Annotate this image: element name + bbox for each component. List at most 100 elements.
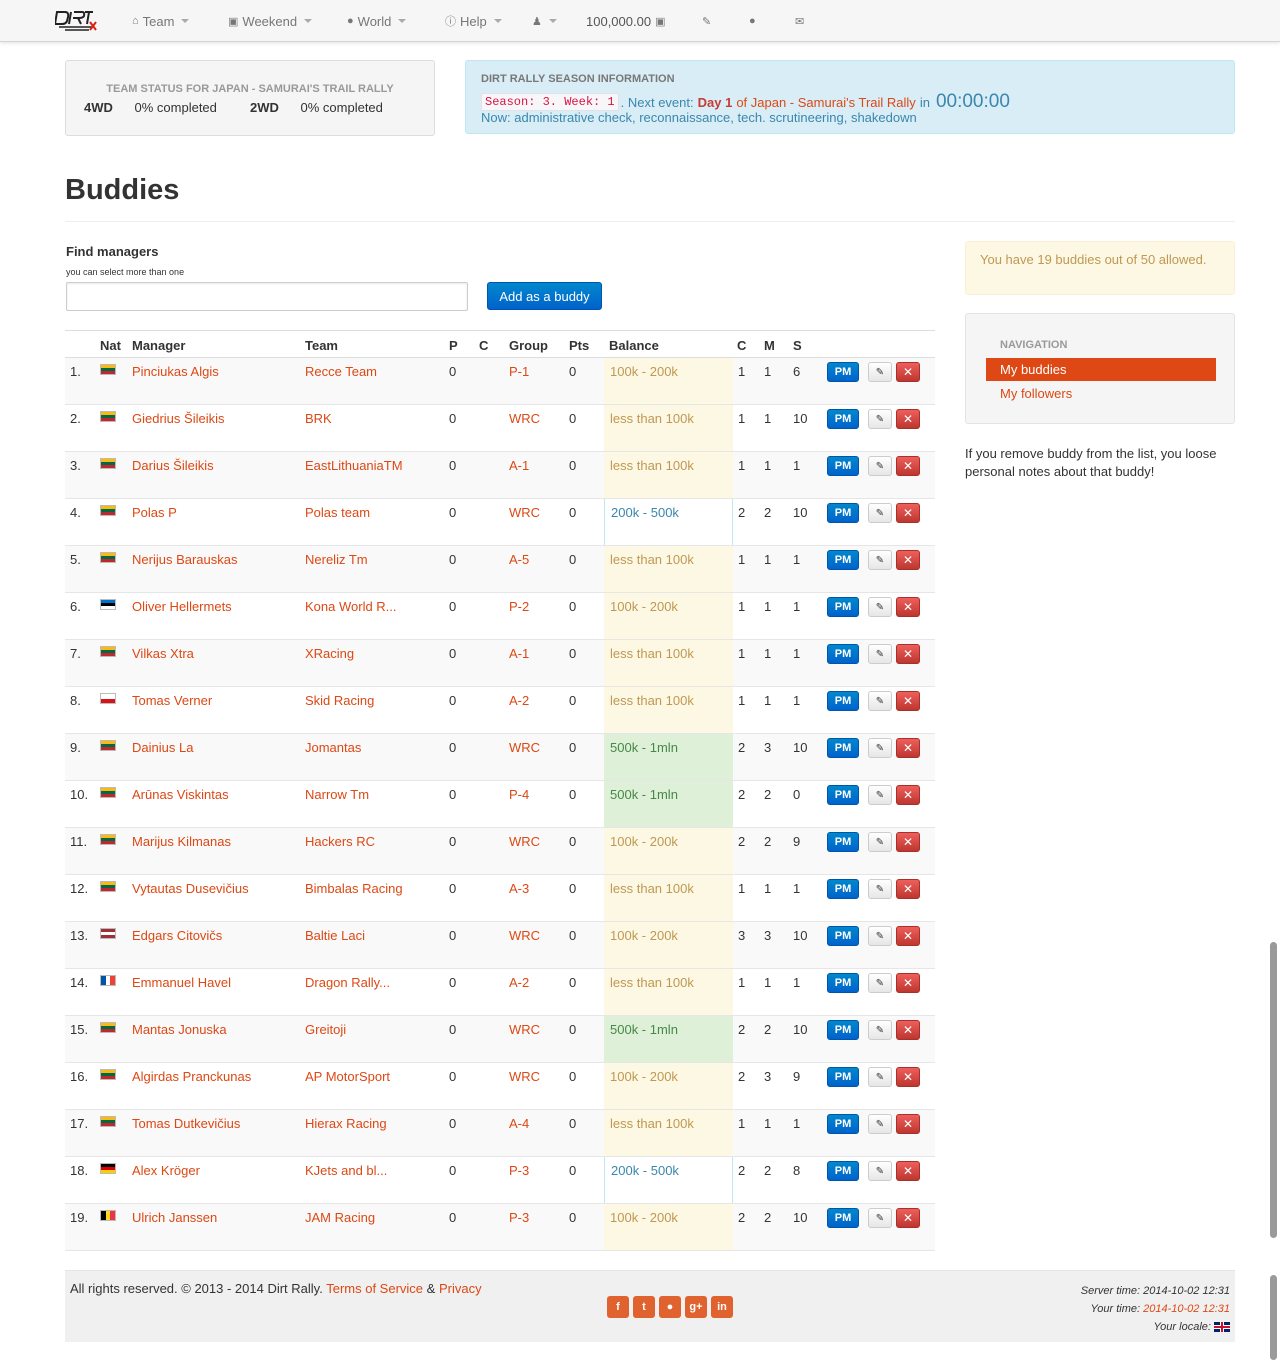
edit-note-button[interactable]: ✎ xyxy=(868,362,892,382)
edit-note-button[interactable]: ✎ xyxy=(868,550,892,570)
edit-note-button[interactable]: ✎ xyxy=(868,409,892,429)
team-link[interactable]: Jomantas xyxy=(305,740,361,755)
dirt-rally-logo[interactable] xyxy=(55,8,97,32)
remove-buddy-button[interactable]: ✕ xyxy=(896,691,920,711)
group-link[interactable]: WRC xyxy=(509,1069,540,1084)
pm-button[interactable]: PM xyxy=(827,926,859,946)
group-link[interactable]: WRC xyxy=(509,834,540,849)
nav-world[interactable]: ● World xyxy=(347,12,407,30)
pm-button[interactable]: PM xyxy=(827,597,859,617)
edit-note-button[interactable]: ✎ xyxy=(868,1020,892,1040)
remove-buddy-button[interactable]: ✕ xyxy=(896,550,920,570)
team-link[interactable]: AP MotorSport xyxy=(305,1069,390,1084)
pm-button[interactable]: PM xyxy=(827,691,859,711)
group-link[interactable]: P-3 xyxy=(509,1163,529,1178)
nav-user[interactable]: ♟ xyxy=(532,12,557,30)
facebook-icon[interactable]: f xyxy=(607,1296,629,1318)
pm-button[interactable]: PM xyxy=(827,456,859,476)
pm-button[interactable]: PM xyxy=(827,973,859,993)
edit-note-button[interactable]: ✎ xyxy=(868,1067,892,1087)
manager-link[interactable]: Pinciukas Algis xyxy=(132,364,219,379)
pm-button[interactable]: PM xyxy=(827,832,859,852)
remove-buddy-button[interactable]: ✕ xyxy=(896,362,920,382)
remove-buddy-button[interactable]: ✕ xyxy=(896,1208,920,1228)
google-plus-icon[interactable]: g+ xyxy=(685,1296,707,1318)
edit-note-button[interactable]: ✎ xyxy=(868,973,892,993)
nav-mail[interactable]: ✉ xyxy=(795,12,804,30)
nav-team[interactable]: ⌂ Team xyxy=(132,12,190,30)
team-link[interactable]: BRK xyxy=(305,411,332,426)
team-link[interactable]: EastLithuaniaTM xyxy=(305,458,403,473)
group-link[interactable]: A-5 xyxy=(509,552,529,567)
nav-my-followers[interactable]: My followers xyxy=(1000,386,1072,401)
remove-buddy-button[interactable]: ✕ xyxy=(896,926,920,946)
remove-buddy-button[interactable]: ✕ xyxy=(896,973,920,993)
manager-link[interactable]: Vytautas Dusevičius xyxy=(132,881,249,896)
team-link[interactable]: Narrow Tm xyxy=(305,787,369,802)
remove-buddy-button[interactable]: ✕ xyxy=(896,1020,920,1040)
remove-buddy-button[interactable]: ✕ xyxy=(896,1114,920,1134)
pm-button[interactable]: PM xyxy=(827,738,859,758)
remove-buddy-button[interactable]: ✕ xyxy=(896,644,920,664)
terms-link[interactable]: Terms of Service xyxy=(326,1281,423,1296)
manager-link[interactable]: Marijus Kilmanas xyxy=(132,834,231,849)
pm-button[interactable]: PM xyxy=(827,1161,859,1181)
remove-buddy-button[interactable]: ✕ xyxy=(896,785,920,805)
manager-link[interactable]: Algirdas Pranckunas xyxy=(132,1069,251,1084)
pm-button[interactable]: PM xyxy=(827,1208,859,1228)
edit-note-button[interactable]: ✎ xyxy=(868,879,892,899)
remove-buddy-button[interactable]: ✕ xyxy=(896,597,920,617)
edit-note-button[interactable]: ✎ xyxy=(868,1161,892,1181)
pm-button[interactable]: PM xyxy=(827,644,859,664)
linkedin-icon[interactable]: in xyxy=(711,1296,733,1318)
team-link[interactable]: Hierax Racing xyxy=(305,1116,387,1131)
event-link[interactable]: of Japan - Samurai's Trail Rally xyxy=(736,95,916,110)
edit-note-button[interactable]: ✎ xyxy=(868,691,892,711)
nav-weekend[interactable]: ▣ Weekend xyxy=(228,12,313,30)
group-link[interactable]: WRC xyxy=(509,505,540,520)
pm-button[interactable]: PM xyxy=(827,879,859,899)
group-link[interactable]: A-1 xyxy=(509,646,529,661)
nav-globe[interactable]: ● xyxy=(749,12,756,30)
edit-note-button[interactable]: ✎ xyxy=(868,926,892,946)
manager-link[interactable]: Tomas Dutkevičius xyxy=(132,1116,240,1131)
edit-note-button[interactable]: ✎ xyxy=(868,456,892,476)
edit-note-button[interactable]: ✎ xyxy=(868,1208,892,1228)
manager-link[interactable]: Polas P xyxy=(132,505,177,520)
pm-button[interactable]: PM xyxy=(827,1114,859,1134)
edit-note-button[interactable]: ✎ xyxy=(868,738,892,758)
group-link[interactable]: P-2 xyxy=(509,599,529,614)
remove-buddy-button[interactable]: ✕ xyxy=(896,1067,920,1087)
privacy-link[interactable]: Privacy xyxy=(439,1281,482,1296)
remove-buddy-button[interactable]: ✕ xyxy=(896,1161,920,1181)
pm-button[interactable]: PM xyxy=(827,503,859,523)
manager-link[interactable]: Oliver Hellermets xyxy=(132,599,232,614)
team-link[interactable]: Hackers RC xyxy=(305,834,375,849)
manager-link[interactable]: Ulrich Janssen xyxy=(132,1210,217,1225)
uk-flag-icon[interactable] xyxy=(1214,1322,1230,1333)
group-link[interactable]: A-2 xyxy=(509,975,529,990)
pm-button[interactable]: PM xyxy=(827,785,859,805)
edit-note-button[interactable]: ✎ xyxy=(868,832,892,852)
pm-button[interactable]: PM xyxy=(827,1067,859,1087)
group-link[interactable]: P-4 xyxy=(509,787,529,802)
group-link[interactable]: P-1 xyxy=(509,364,529,379)
edit-note-button[interactable]: ✎ xyxy=(868,785,892,805)
twitter-icon[interactable]: t xyxy=(633,1296,655,1318)
team-link[interactable]: Bimbalas Racing xyxy=(305,881,403,896)
team-link[interactable]: Dragon Rally... xyxy=(305,975,390,990)
team-link[interactable]: Kona World R... xyxy=(305,599,397,614)
group-link[interactable]: P-3 xyxy=(509,1210,529,1225)
remove-buddy-button[interactable]: ✕ xyxy=(896,738,920,758)
team-link[interactable]: KJets and bl... xyxy=(305,1163,387,1178)
nav-balance[interactable]: 100,000.00 ▣ xyxy=(586,12,665,30)
manager-link[interactable]: Giedrius Šileikis xyxy=(132,411,224,426)
manager-link[interactable]: Arūnas Viskintas xyxy=(132,787,229,802)
remove-buddy-button[interactable]: ✕ xyxy=(896,456,920,476)
scrollbar-thumb[interactable] xyxy=(1270,942,1277,1238)
manager-link[interactable]: Edgars Citovičs xyxy=(132,928,222,943)
team-link[interactable]: Polas team xyxy=(305,505,370,520)
pm-button[interactable]: PM xyxy=(827,362,859,382)
pm-button[interactable]: PM xyxy=(827,1020,859,1040)
manager-link[interactable]: Nerijus Barauskas xyxy=(132,552,238,567)
